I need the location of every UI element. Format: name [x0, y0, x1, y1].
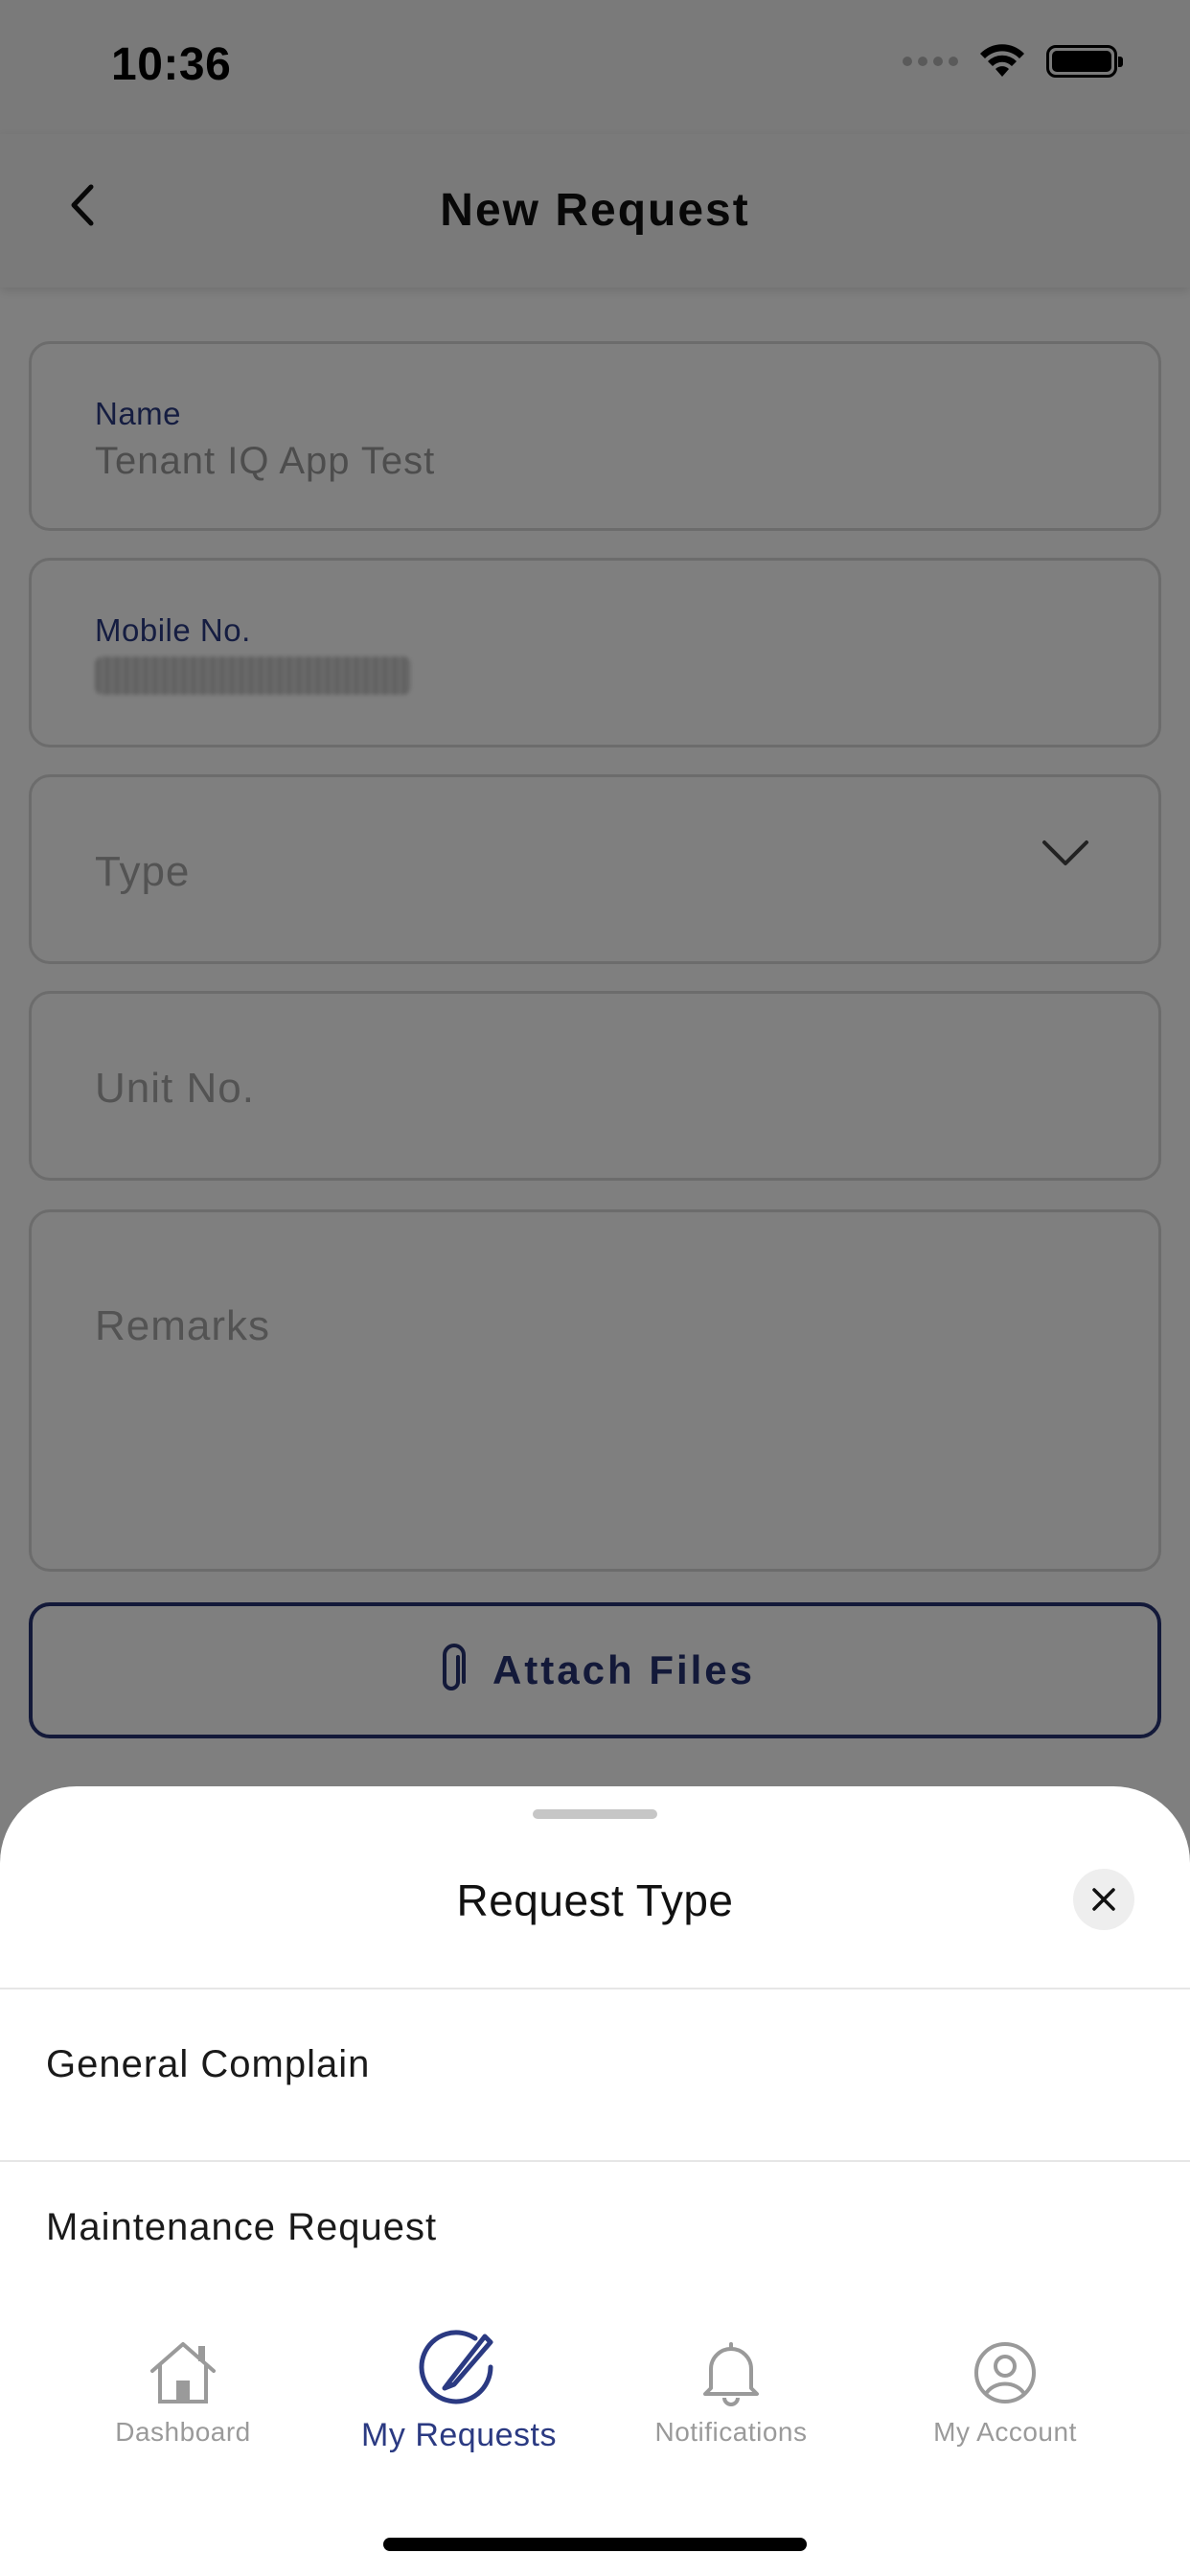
- tab-notifications[interactable]: Notifications: [611, 2338, 851, 2482]
- tab-label: Notifications: [654, 2417, 808, 2447]
- option-label: Maintenance Request: [46, 2206, 438, 2248]
- bell-icon: [703, 2342, 759, 2406]
- tab-label: My Requests: [361, 2417, 557, 2453]
- user-circle-icon: [974, 2342, 1036, 2404]
- tab-my-requests[interactable]: My Requests: [339, 2329, 579, 2472]
- tab-my-account[interactable]: My Account: [885, 2338, 1125, 2482]
- option-label: General Complain: [46, 2043, 371, 2085]
- tab-dashboard[interactable]: Dashboard: [63, 2338, 303, 2482]
- edit-circle-icon: [419, 2330, 493, 2404]
- home-icon: [150, 2342, 216, 2404]
- option-general-complain[interactable]: General Complain: [0, 1990, 1190, 2147]
- home-indicator[interactable]: [383, 2538, 807, 2551]
- sheet-grabber[interactable]: [533, 1809, 657, 1819]
- tab-label: My Account: [933, 2417, 1077, 2447]
- sheet-title: Request Type: [456, 1875, 734, 1925]
- close-button[interactable]: [1073, 1869, 1134, 1930]
- tab-label: Dashboard: [115, 2417, 251, 2447]
- option-maintenance-request[interactable]: Maintenance Request: [0, 2162, 1190, 2319]
- close-icon: [1092, 1888, 1115, 1911]
